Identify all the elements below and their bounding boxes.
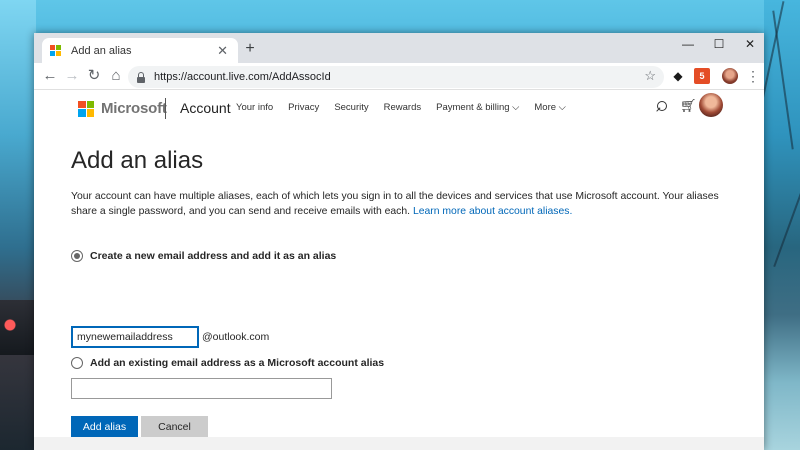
nav-security[interactable]: Security xyxy=(334,102,368,113)
home-icon[interactable]: ⌂ xyxy=(106,67,126,87)
account-brand[interactable]: Account xyxy=(180,100,231,116)
browser-menu-icon[interactable]: ⋮ xyxy=(746,68,760,84)
cancel-button[interactable]: Cancel xyxy=(141,416,208,438)
browser-toolbar: ← → ↻ ⌂ https://account.live.com/AddAsso… xyxy=(34,63,764,90)
tab-close-icon[interactable]: ✕ xyxy=(217,43,228,59)
new-email-label: Create a new email address and add it as… xyxy=(90,250,337,262)
bookmark-star-icon[interactable]: ☆ xyxy=(644,68,656,84)
nav-privacy[interactable]: Privacy xyxy=(288,102,319,113)
tab-strip: Add an alias ✕ + — ☐ ✕ xyxy=(34,33,764,63)
new-email-radio[interactable] xyxy=(71,250,83,262)
window-close-button[interactable]: ✕ xyxy=(736,37,764,51)
cart-icon[interactable]: 🛒︎ xyxy=(680,98,697,114)
html5-extension-icon[interactable]: 5 xyxy=(694,68,710,84)
outlook-domain-label: @outlook.com xyxy=(202,331,270,343)
microsoft-logo-text: Microsoft xyxy=(101,100,167,117)
microsoft-logo-icon xyxy=(78,100,94,117)
lock-icon xyxy=(136,71,146,83)
learn-more-link[interactable]: Learn more about account aliases. xyxy=(413,206,572,217)
footer-band xyxy=(34,437,764,450)
microsoft-header: Microsoft Account Your info Privacy Secu… xyxy=(34,91,764,127)
user-avatar[interactable] xyxy=(699,93,723,117)
option-new-email[interactable]: Create a new email address and add it as… xyxy=(71,250,336,262)
header-nav: Your info Privacy Security Rewards Payme… xyxy=(236,102,581,113)
layers-extension-icon[interactable]: ◆ xyxy=(670,68,686,84)
minimize-button[interactable]: — xyxy=(674,37,702,51)
reload-icon[interactable]: ↻ xyxy=(84,67,104,87)
microsoft-logo[interactable]: Microsoft xyxy=(78,100,167,117)
main-content: Add an alias Your account can have multi… xyxy=(71,147,731,438)
existing-alias-input[interactable] xyxy=(71,378,332,399)
page-title: Add an alias xyxy=(71,147,204,174)
add-alias-button[interactable]: Add alias xyxy=(71,416,138,438)
nav-payment-billing[interactable]: Payment & billing ⌵ xyxy=(436,102,519,113)
browser-window: Add an alias ✕ + — ☐ ✕ ← → ↻ ⌂ https://a… xyxy=(34,33,764,450)
header-divider xyxy=(165,98,166,119)
back-arrow-icon[interactable]: ← xyxy=(40,67,60,87)
alias-description: Your account can have multiple aliases, … xyxy=(71,189,726,219)
nav-your-info[interactable]: Your info xyxy=(236,102,273,113)
wallpaper-right-strip xyxy=(757,0,800,450)
wallpaper-left-strip xyxy=(0,0,36,450)
forward-arrow-icon[interactable]: → xyxy=(62,67,82,87)
nav-rewards[interactable]: Rewards xyxy=(384,102,422,113)
browser-tab[interactable]: Add an alias ✕ xyxy=(42,38,238,63)
option-existing-email[interactable]: Add an existing email address as a Micro… xyxy=(71,357,384,369)
wallpaper-vehicle xyxy=(0,300,36,355)
existing-email-label: Add an existing email address as a Micro… xyxy=(90,357,385,369)
new-tab-button[interactable]: + xyxy=(242,41,258,57)
profile-avatar[interactable] xyxy=(722,68,738,84)
description-text: Your account can have multiple aliases, … xyxy=(71,191,719,217)
tab-title: Add an alias xyxy=(71,44,132,57)
nav-more[interactable]: More ⌵ xyxy=(534,102,566,113)
address-url: https://account.live.com/AddAssocId xyxy=(154,71,331,83)
existing-email-radio[interactable] xyxy=(71,357,83,369)
page-content: Microsoft Account Your info Privacy Secu… xyxy=(34,91,764,450)
new-alias-input[interactable] xyxy=(71,326,199,348)
maximize-button[interactable]: ☐ xyxy=(705,37,733,51)
microsoft-favicon-icon xyxy=(50,44,62,57)
search-icon[interactable] xyxy=(654,101,668,115)
address-bar[interactable]: https://account.live.com/AddAssocId ☆ xyxy=(128,66,664,88)
